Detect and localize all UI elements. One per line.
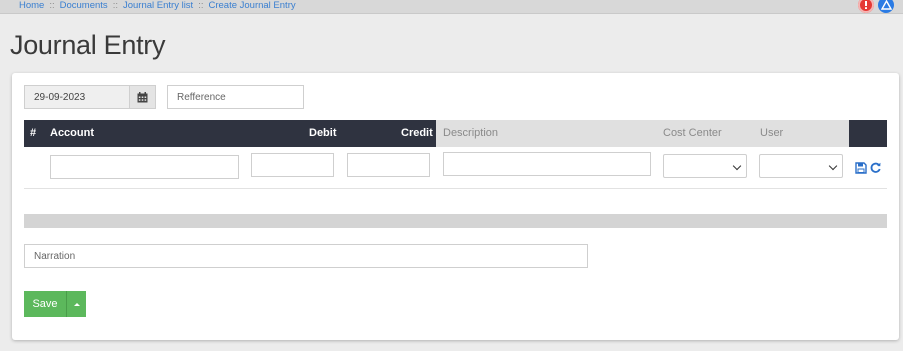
- breadcrumb-separator: ::: [49, 0, 55, 11]
- narration-input[interactable]: [24, 244, 588, 268]
- save-row-icon[interactable]: [855, 161, 867, 174]
- chevron-down-icon: [828, 161, 838, 171]
- breadcrumb-documents[interactable]: Documents: [60, 0, 108, 11]
- user-select[interactable]: [759, 154, 843, 178]
- breadcrumb-create-journal-entry[interactable]: Create Journal Entry: [208, 0, 295, 11]
- page-title: Journal Entry: [10, 30, 166, 60]
- entry-table-header: # Account Debit Credit Description Cost …: [24, 120, 887, 147]
- header-debit: Debit: [309, 127, 337, 139]
- breadcrumb: Home:: Documents:: Journal Entry list:: Cre…: [19, 0, 296, 12]
- debit-input[interactable]: [251, 153, 334, 177]
- header-description: Description: [443, 127, 499, 139]
- header-dark-actions: [849, 120, 887, 147]
- breadcrumb-separator: ::: [198, 0, 204, 11]
- warning-triangle-icon[interactable]: [878, 0, 894, 13]
- calendar-button[interactable]: [129, 85, 156, 109]
- calendar-icon: [137, 91, 148, 102]
- caret-up-icon: [73, 302, 80, 306]
- date-input[interactable]: [24, 85, 130, 109]
- description-input[interactable]: [443, 152, 651, 176]
- journal-entry-form-card: # Account Debit Credit Description Cost …: [12, 73, 899, 340]
- save-dropdown-toggle[interactable]: [67, 291, 86, 317]
- header-account: Account: [50, 127, 94, 139]
- top-bar: Home:: Documents:: Journal Entry list:: Cre…: [0, 0, 903, 14]
- header-cost-center: Cost Center: [663, 127, 722, 139]
- header-user: User: [760, 127, 784, 139]
- row-actions: [855, 161, 882, 174]
- alert-circle-icon[interactable]: [858, 0, 874, 13]
- header-hash: #: [30, 127, 37, 139]
- header-credit: Credit: [401, 127, 433, 139]
- row-divider: [24, 188, 887, 189]
- cost-center-select[interactable]: [663, 154, 747, 178]
- save-button-group: Save: [24, 291, 86, 317]
- totals-bar: [24, 214, 887, 228]
- reference-input[interactable]: [167, 85, 304, 109]
- credit-input[interactable]: [347, 153, 430, 177]
- breadcrumb-home[interactable]: Home: [19, 0, 44, 11]
- refresh-icon[interactable]: [869, 161, 882, 174]
- account-input[interactable]: [50, 155, 239, 179]
- save-button[interactable]: Save: [24, 291, 67, 317]
- alert-icons: [858, 0, 894, 13]
- breadcrumb-separator: ::: [112, 0, 118, 11]
- chevron-down-icon: [732, 161, 742, 171]
- breadcrumb-journal-entry-list[interactable]: Journal Entry list: [123, 0, 193, 11]
